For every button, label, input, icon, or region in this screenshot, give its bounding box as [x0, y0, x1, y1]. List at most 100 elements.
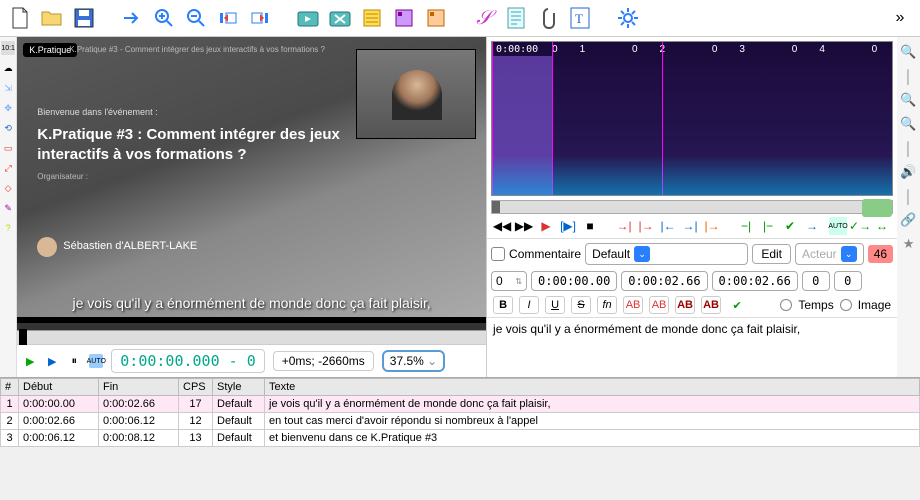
audio-commit-icon[interactable]: ✔	[781, 217, 799, 235]
col-text[interactable]: Texte	[265, 379, 920, 396]
toolbar-more-icon[interactable]: »	[886, 4, 914, 32]
properties-icon[interactable]	[502, 4, 530, 32]
shift-times-icon[interactable]	[358, 4, 386, 32]
audio-play-500-before-icon[interactable]: |←	[659, 217, 677, 235]
edit-button[interactable]: Edit	[752, 244, 791, 264]
color3-icon[interactable]: AB	[675, 296, 695, 314]
margin-r-input[interactable]: 0	[834, 271, 862, 291]
audio-spectrogram[interactable]: 0:00:00 01 02 03 04 05 06	[491, 41, 893, 196]
offset-display[interactable]: +0ms; -2660ms	[273, 351, 374, 371]
audio-next-icon[interactable]: ▶▶	[515, 217, 533, 235]
video-preview[interactable]: K.Pratique K.Pratique #3 - Comment intég…	[17, 37, 486, 330]
col-cps[interactable]: CPS	[179, 379, 213, 396]
tool-ratio-icon[interactable]: 10:1	[1, 41, 15, 55]
kanji-timing-icon[interactable]	[422, 4, 450, 32]
zoom-select[interactable]: 37.5% ⌄	[382, 350, 445, 372]
link-icon[interactable]: 🔗	[900, 211, 918, 229]
tool-clip-icon[interactable]: ◇	[1, 181, 15, 195]
toggle-autoplay-icon[interactable]: AUTO	[89, 354, 103, 368]
audio-play-line-icon[interactable]: [▶]	[559, 217, 577, 235]
zoom-h-in-icon[interactable]: 🔍	[900, 43, 918, 61]
zoom-out-icon[interactable]	[182, 4, 210, 32]
zoom-v-slider[interactable]: │	[900, 139, 918, 157]
video-progress[interactable]	[17, 317, 486, 323]
italic-icon[interactable]: I	[519, 296, 539, 314]
commit-text-icon[interactable]: ✔	[727, 296, 747, 314]
video-close-icon[interactable]	[326, 4, 354, 32]
font-icon[interactable]: fn	[597, 296, 617, 314]
volume-slider[interactable]: │	[900, 187, 918, 205]
audio-auto-next-icon[interactable]: ✓→	[851, 217, 869, 235]
left-tool-strip: 10:1 ☁ ⇲ ✥ ⟲ ▭ ⤢ ◇ ✎ ?	[0, 37, 17, 377]
play-line-icon[interactable]: ▶	[45, 354, 59, 368]
end-time-input[interactable]: 0:00:02.66	[621, 271, 707, 291]
jump-end-icon[interactable]	[246, 4, 274, 32]
audio-prev-icon[interactable]: ◀◀	[493, 217, 511, 235]
style-manager-icon[interactable]: 𝒮	[470, 4, 498, 32]
zoom-h-slider[interactable]: │	[900, 67, 918, 85]
audio-play-after-icon[interactable]: |→	[637, 217, 655, 235]
margin-l-input[interactable]: 0	[802, 271, 830, 291]
tool-rotate-icon[interactable]: ⟲	[1, 121, 15, 135]
zoom-v-in-icon[interactable]: 🔍	[900, 115, 918, 133]
table-row[interactable]: 30:00:06.120:00:08.1213Defaultet bienven…	[1, 430, 920, 447]
settings-icon[interactable]	[614, 4, 642, 32]
audio-auto-commit-icon[interactable]: AUTO	[829, 217, 847, 235]
spectro-scrollbar[interactable]	[491, 200, 893, 214]
volume-icon[interactable]: 🔊	[900, 163, 918, 181]
frame-radio[interactable]	[840, 299, 852, 311]
tool-cloud-icon[interactable]: ☁	[1, 61, 15, 75]
zoom-in-icon[interactable]	[150, 4, 178, 32]
col-end[interactable]: Fin	[99, 379, 179, 396]
audio-play-500-after-icon[interactable]: →|	[681, 217, 699, 235]
play-icon[interactable]: ▶	[23, 354, 37, 368]
table-row[interactable]: 20:00:02.660:00:06.1212Defaulten tout ca…	[1, 413, 920, 430]
attachments-icon[interactable]	[534, 4, 562, 32]
video-open-icon[interactable]	[294, 4, 322, 32]
timing-icon[interactable]	[390, 4, 418, 32]
video-title: K.Pratique #3 : Comment intégrer des jeu…	[37, 125, 377, 164]
audio-auto-scroll-icon[interactable]: ↔	[873, 217, 891, 235]
audio-goto-icon[interactable]: →	[803, 217, 821, 235]
color1-icon[interactable]: AB	[623, 296, 643, 314]
color2-icon[interactable]: AB	[649, 296, 669, 314]
tool-cross-icon[interactable]: ✥	[1, 101, 15, 115]
col-start[interactable]: Début	[19, 379, 99, 396]
tool-help-icon[interactable]: ?	[1, 221, 15, 235]
open-file-icon[interactable]	[38, 4, 66, 32]
audio-play-sel-icon[interactable]: ▶	[537, 217, 555, 235]
video-scrubber[interactable]	[17, 330, 486, 344]
fonts-icon[interactable]: T	[566, 4, 594, 32]
save-icon[interactable]	[70, 4, 98, 32]
audio-lead-out-icon[interactable]: |−	[759, 217, 777, 235]
jump-start-icon[interactable]	[214, 4, 242, 32]
new-file-icon[interactable]	[6, 4, 34, 32]
jump-icon[interactable]	[118, 4, 146, 32]
zoom-h-out-icon[interactable]: 🔍	[900, 91, 918, 109]
underline-icon[interactable]: U	[545, 296, 565, 314]
col-num[interactable]: #	[1, 379, 19, 396]
karaoke-icon[interactable]: ★	[900, 235, 918, 253]
audio-play-to-end-icon[interactable]: |→	[703, 217, 721, 235]
layer-spinner[interactable]: 0⇅	[491, 271, 527, 291]
audio-stop-icon[interactable]: ■	[581, 217, 599, 235]
tool-rect-icon[interactable]: ▭	[1, 141, 15, 155]
table-row[interactable]: 10:00:00.000:00:02.6617Defaultje vois qu…	[1, 396, 920, 413]
tool-vector-icon[interactable]: ✎	[1, 201, 15, 215]
pause-icon[interactable]: ⏸	[67, 354, 81, 368]
start-time-input[interactable]: 0:00:00.00	[531, 271, 617, 291]
tool-drag-icon[interactable]: ⇲	[1, 81, 15, 95]
style-combo[interactable]: Default⌄	[585, 243, 748, 265]
duration-input[interactable]: 0:00:02.66	[712, 271, 798, 291]
strike-icon[interactable]: S	[571, 296, 591, 314]
color4-icon[interactable]: AB	[701, 296, 721, 314]
time-radio[interactable]	[780, 299, 792, 311]
audio-play-before-icon[interactable]: →|	[615, 217, 633, 235]
actor-combo[interactable]: Acteur⌄	[795, 243, 864, 265]
tool-scale-icon[interactable]: ⤢	[1, 161, 15, 175]
comment-checkbox[interactable]	[491, 247, 505, 261]
bold-icon[interactable]: B	[493, 296, 513, 314]
subtitle-text-input[interactable]: je vois qu'il y a énormément de monde do…	[487, 318, 897, 340]
audio-lead-in-icon[interactable]: −|	[737, 217, 755, 235]
col-style[interactable]: Style	[213, 379, 265, 396]
